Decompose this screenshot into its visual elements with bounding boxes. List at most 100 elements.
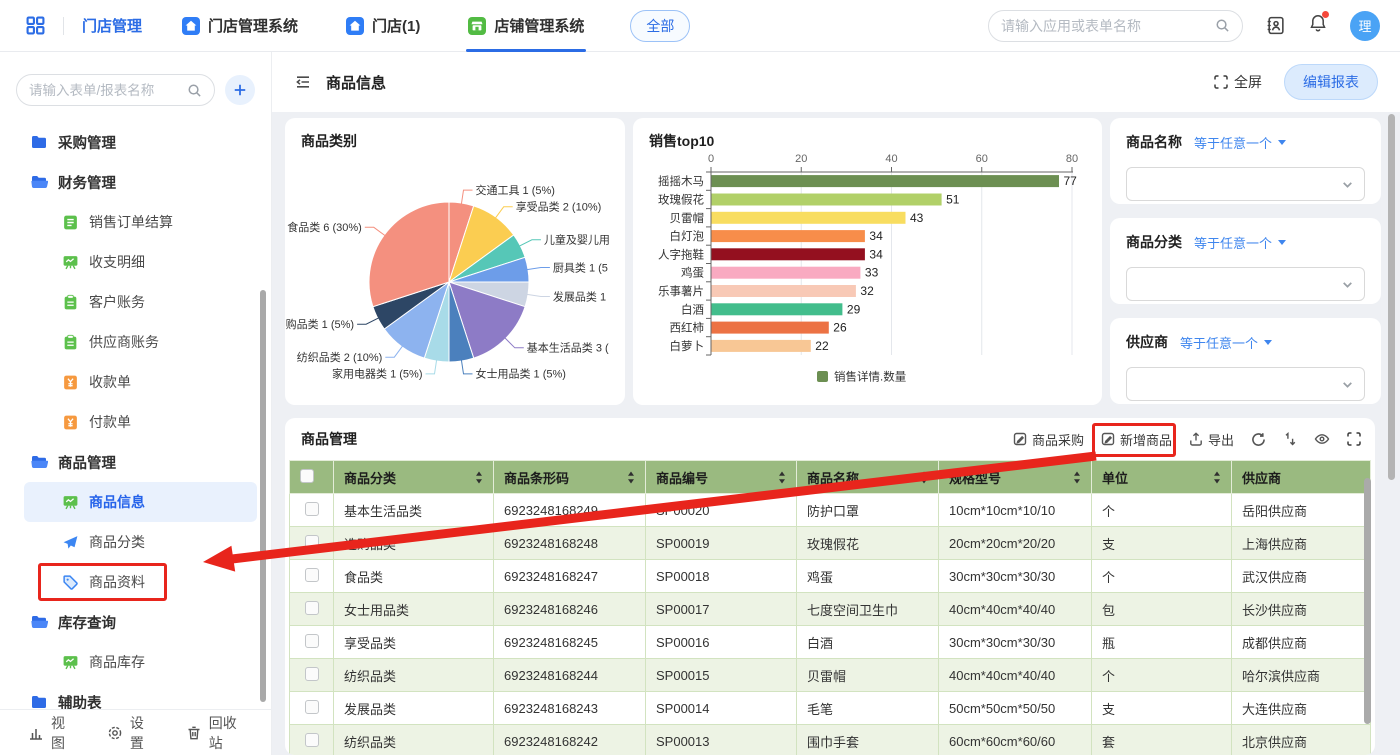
toolbar-button-1[interactable]: 商品采购 xyxy=(1013,430,1084,449)
row-checkbox[interactable] xyxy=(305,568,319,582)
row-checkbox[interactable] xyxy=(305,535,319,549)
sort-arrows-icon[interactable] xyxy=(1073,471,1081,484)
sidebar-item-5[interactable]: 客户账务 xyxy=(24,282,257,322)
row-checkbox[interactable] xyxy=(305,601,319,615)
sidebar-item-10[interactable]: 商品信息 xyxy=(24,482,257,522)
table-row[interactable]: 基本生活品类6923248168249SP00020防护口罩10cm*10cm*… xyxy=(290,494,1371,527)
global-search-field[interactable] xyxy=(1001,18,1207,34)
column-header[interactable]: 商品编号 xyxy=(646,461,797,494)
collapse-menu-icon[interactable] xyxy=(294,73,312,91)
workspace-link[interactable]: 门店管理 xyxy=(82,15,142,36)
topbar-right: 理 xyxy=(988,10,1380,42)
table-scrollbar[interactable] xyxy=(1364,478,1371,724)
toolbar-button-label: 新增商品 xyxy=(1120,430,1172,449)
sort-arrows-icon[interactable] xyxy=(1213,471,1221,484)
form-search-field[interactable] xyxy=(29,83,181,98)
avatar[interactable]: 理 xyxy=(1350,11,1380,41)
contacts-book-icon[interactable] xyxy=(1265,15,1286,36)
eye-button[interactable] xyxy=(1314,431,1330,447)
refresh-button[interactable] xyxy=(1251,432,1266,447)
table-row[interactable]: 纺织品类6923248168242SP00013围巾手套60cm*60cm*60… xyxy=(290,725,1371,755)
column-header[interactable]: 商品分类 xyxy=(334,461,494,494)
sidebar-item-1[interactable]: 采购管理 xyxy=(24,122,257,162)
table-row[interactable]: 女士用品类6923248168246SP00017七度空间卫生巾40cm*40c… xyxy=(290,593,1371,626)
column-header[interactable]: 规格型号 xyxy=(939,461,1092,494)
column-header[interactable]: 商品条形码 xyxy=(494,461,646,494)
sort-button[interactable] xyxy=(1283,432,1297,446)
bar[interactable] xyxy=(712,175,1060,187)
page-title: 商品信息 xyxy=(326,72,386,93)
bar[interactable] xyxy=(712,212,906,224)
sidebar-item-9[interactable]: 商品管理 xyxy=(24,442,257,482)
bar[interactable] xyxy=(712,340,811,352)
sidebar-item-14[interactable]: 商品库存 xyxy=(24,642,257,682)
table-row[interactable]: 食品类6923248168247SP00018鸡蛋30cm*30cm*30/30… xyxy=(290,560,1371,593)
sidebar-footer-3[interactable]: 回收站 xyxy=(186,713,243,753)
filter-select[interactable] xyxy=(1126,367,1365,401)
sidebar-item-2[interactable]: 财务管理 xyxy=(24,162,257,202)
fullscreen-button[interactable]: 全屏 xyxy=(1214,72,1262,92)
sidebar-item-7[interactable]: 收款单 xyxy=(24,362,257,402)
row-checkbox[interactable] xyxy=(305,733,319,747)
bar[interactable] xyxy=(712,267,861,279)
filter-select[interactable] xyxy=(1126,267,1365,301)
add-form-button[interactable] xyxy=(225,75,255,105)
global-search-input[interactable] xyxy=(988,10,1243,42)
form-search-input[interactable] xyxy=(16,74,215,106)
table-row[interactable]: 发展品类6923248168243SP00014毛笔50cm*50cm*50/5… xyxy=(290,692,1371,725)
table-row[interactable]: 选购品类6923248168248SP00019玫瑰假花20cm*20cm*20… xyxy=(290,527,1371,560)
sidebar-footer-1[interactable]: 视图 xyxy=(28,713,73,753)
topbar-tab-1[interactable]: 门店管理系统 xyxy=(182,0,298,52)
sidebar-item-13[interactable]: 库存查询 xyxy=(24,602,257,642)
bar[interactable] xyxy=(712,248,865,260)
bar-category-label: 鸡蛋 xyxy=(681,266,704,280)
row-checkbox[interactable] xyxy=(305,502,319,516)
sidebar-item-8[interactable]: 付款单 xyxy=(24,402,257,442)
bar[interactable] xyxy=(712,194,942,206)
eye-icon xyxy=(1314,431,1330,447)
sidebar-item-3[interactable]: 销售订单结算 xyxy=(24,202,257,242)
row-checkbox[interactable] xyxy=(305,667,319,681)
row-checkbox[interactable] xyxy=(305,700,319,714)
all-filter-pill[interactable]: 全部 xyxy=(630,10,690,42)
filter-operator[interactable]: 等于任意一个 xyxy=(1194,133,1287,152)
filter-operator[interactable]: 等于任意一个 xyxy=(1180,333,1273,352)
table-row[interactable]: 纺织品类6923248168244SP00015贝雷帽40cm*40cm*40/… xyxy=(290,659,1371,692)
sidebar-scrollbar[interactable] xyxy=(260,290,266,702)
sort-arrows-icon[interactable] xyxy=(627,471,635,484)
edit-report-button[interactable]: 编辑报表 xyxy=(1284,64,1378,100)
table-cell: 个 xyxy=(1092,494,1232,527)
sidebar-item-6[interactable]: 供应商账务 xyxy=(24,322,257,362)
sort-arrows-icon[interactable] xyxy=(778,471,786,484)
notifications-bell-icon[interactable] xyxy=(1308,13,1328,38)
row-checkbox[interactable] xyxy=(305,634,319,648)
sidebar-item-4[interactable]: 收支明细 xyxy=(24,242,257,282)
apps-grid-icon[interactable] xyxy=(26,16,45,35)
table-cell: 玫瑰假花 xyxy=(797,527,939,560)
sidebar-footer-2[interactable]: 设置 xyxy=(107,713,152,753)
table-row[interactable]: 享受品类6923248168245SP00016白酒30cm*30cm*30/3… xyxy=(290,626,1371,659)
search-icon[interactable] xyxy=(1215,18,1230,33)
toolbar-button-2[interactable]: 新增商品 xyxy=(1101,430,1172,449)
table-cell: 上海供应商 xyxy=(1232,527,1371,560)
filter-select[interactable] xyxy=(1126,167,1365,201)
fullscreen-button[interactable] xyxy=(1347,432,1361,446)
column-header[interactable]: 供应商 xyxy=(1232,461,1371,494)
column-header[interactable]: 单位 xyxy=(1092,461,1232,494)
bar[interactable] xyxy=(712,285,856,297)
column-header[interactable]: 商品名称 xyxy=(797,461,939,494)
bar[interactable] xyxy=(712,230,865,242)
sidebar-item-12[interactable]: 商品资料 xyxy=(24,562,257,602)
topbar-tab-3[interactable]: 店铺管理系统 xyxy=(468,0,584,52)
sort-arrows-icon[interactable] xyxy=(475,471,483,484)
sidebar-item-11[interactable]: 商品分类 xyxy=(24,522,257,562)
bar[interactable] xyxy=(712,303,843,315)
legend-swatch[interactable] xyxy=(817,371,828,382)
topbar-tab-2[interactable]: 门店(1) xyxy=(346,0,420,52)
select-all-checkbox[interactable] xyxy=(300,469,314,483)
filter-operator[interactable]: 等于任意一个 xyxy=(1194,233,1287,252)
toolbar-button-3[interactable]: 导出 xyxy=(1189,430,1234,449)
bar[interactable] xyxy=(712,322,829,334)
sort-arrows-icon[interactable] xyxy=(920,471,928,484)
main-scrollbar[interactable] xyxy=(1388,114,1395,480)
